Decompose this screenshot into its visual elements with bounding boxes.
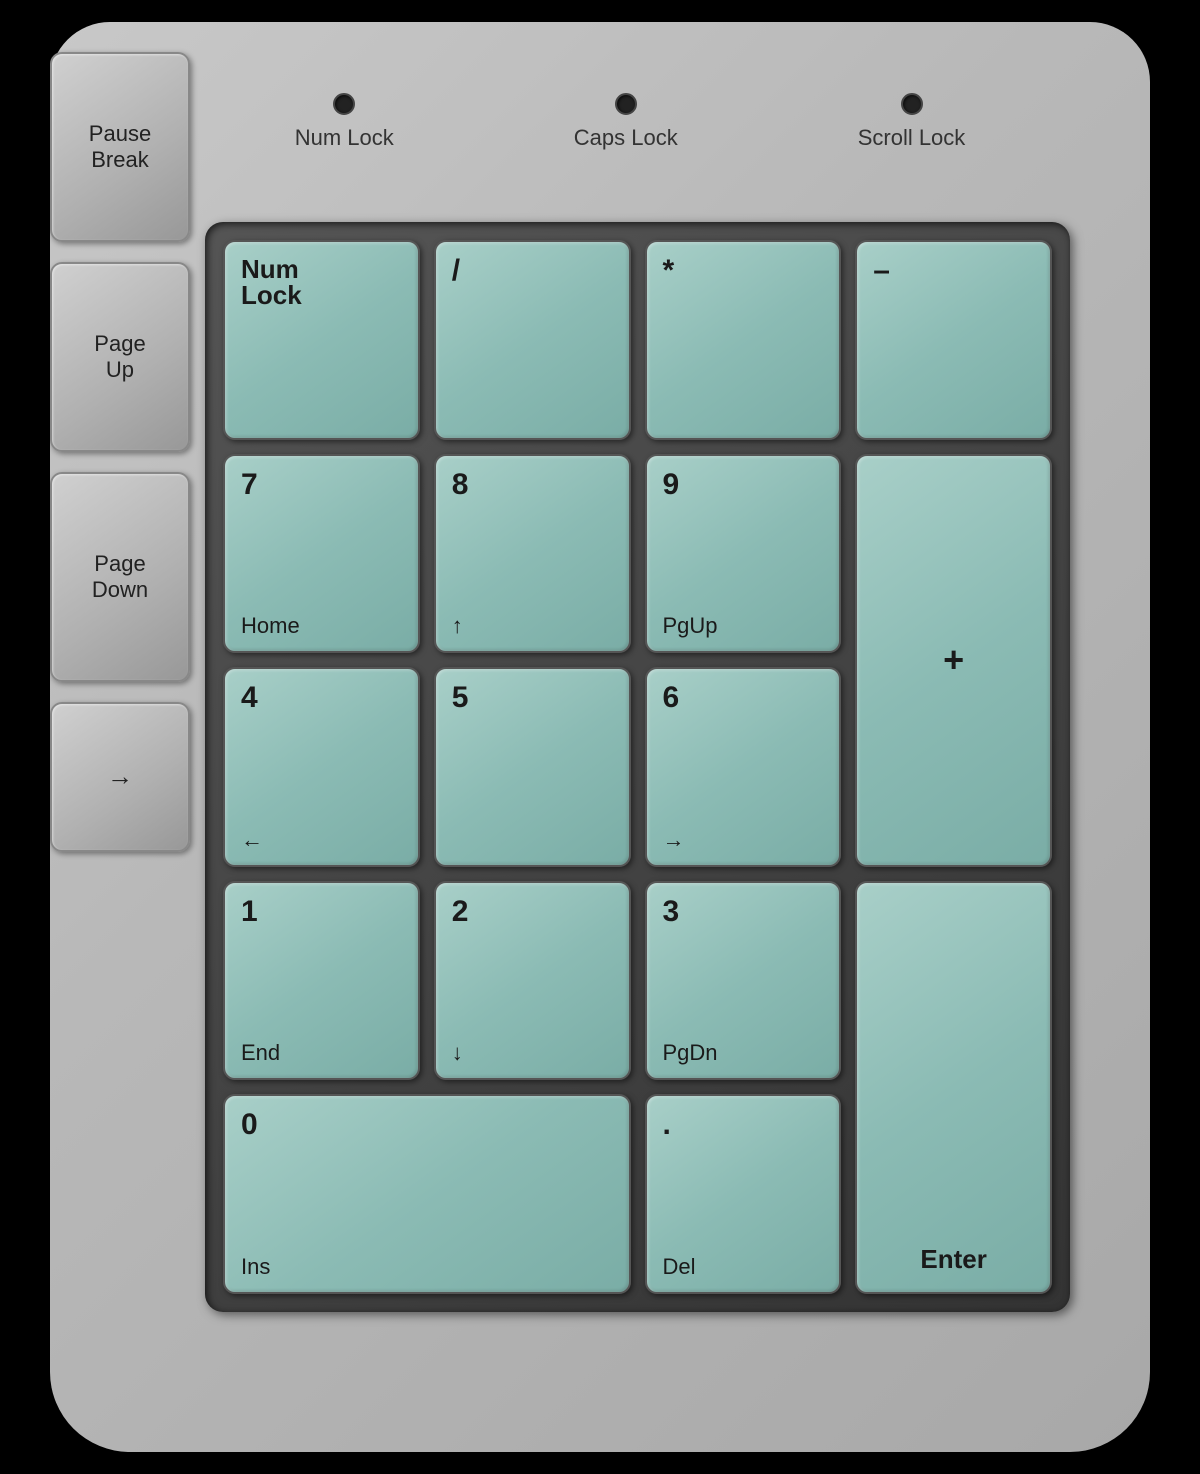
4-key[interactable]: 4 ← [223, 667, 420, 867]
plus-key[interactable]: + [855, 454, 1052, 867]
numpad-container: NumLock / * – 7 Home 8 ↑ 9 PgUp [205, 222, 1070, 1312]
slash-key[interactable]: / [434, 240, 631, 440]
7-key-sub: Home [241, 615, 402, 637]
3-key[interactable]: 3 PgDn [645, 881, 842, 1081]
caps-lock-led [615, 93, 637, 115]
caps-lock-indicator: Caps Lock [574, 93, 678, 151]
3-key-sub: PgDn [663, 1042, 824, 1064]
numpad-grid: NumLock / * – 7 Home 8 ↑ 9 PgUp [223, 240, 1052, 1294]
pause-break-label: PauseBreak [89, 121, 151, 174]
plus-key-main: + [943, 642, 964, 678]
0-key-sub: Ins [241, 1256, 613, 1278]
0-key[interactable]: 0 Ins [223, 1094, 631, 1294]
arrow-right-label: → [107, 761, 133, 792]
dot-key-sub: Del [663, 1256, 824, 1278]
1-key-sub: End [241, 1042, 402, 1064]
minus-key-main: – [873, 256, 1034, 286]
num-lock-key-main: NumLock [241, 256, 402, 308]
enter-key-main: Enter [920, 1246, 986, 1272]
indicators-area: Num Lock Caps Lock Scroll Lock [210, 62, 1050, 182]
1-key[interactable]: 1 End [223, 881, 420, 1081]
page-down-key[interactable]: PageDown [50, 472, 190, 682]
2-key-sub: ↓ [452, 1042, 613, 1064]
9-key-sub: PgUp [663, 615, 824, 637]
dot-key[interactable]: . Del [645, 1094, 842, 1294]
star-key[interactable]: * [645, 240, 842, 440]
6-key-sub: → [663, 829, 824, 851]
9-key[interactable]: 9 PgUp [645, 454, 842, 654]
enter-key[interactable]: Enter [855, 881, 1052, 1294]
6-key-main: 6 [663, 683, 824, 713]
num-lock-indicator: Num Lock [295, 93, 394, 151]
5-key-main: 5 [452, 683, 613, 713]
scroll-lock-label: Scroll Lock [858, 125, 966, 151]
scroll-lock-led [901, 93, 923, 115]
keyboard-body: PauseBreak PageUp PageDown → Num Lock Ca… [50, 22, 1150, 1452]
4-key-sub: ← [241, 829, 402, 851]
8-key-sub: ↑ [452, 615, 613, 637]
page-up-label: PageUp [94, 331, 145, 384]
8-key[interactable]: 8 ↑ [434, 454, 631, 654]
8-key-main: 8 [452, 470, 613, 500]
scroll-lock-indicator: Scroll Lock [858, 93, 966, 151]
arrow-right-key[interactable]: → [50, 702, 190, 852]
star-key-main: * [663, 256, 824, 286]
dot-key-main: . [663, 1110, 824, 1140]
num-lock-led [333, 93, 355, 115]
num-lock-key[interactable]: NumLock [223, 240, 420, 440]
minus-key[interactable]: – [855, 240, 1052, 440]
caps-lock-label: Caps Lock [574, 125, 678, 151]
7-key-main: 7 [241, 470, 402, 500]
2-key-main: 2 [452, 897, 613, 927]
6-key[interactable]: 6 → [645, 667, 842, 867]
9-key-main: 9 [663, 470, 824, 500]
3-key-main: 3 [663, 897, 824, 927]
num-lock-label: Num Lock [295, 125, 394, 151]
7-key[interactable]: 7 Home [223, 454, 420, 654]
page-up-key[interactable]: PageUp [50, 262, 190, 452]
slash-key-main: / [452, 256, 613, 286]
1-key-main: 1 [241, 897, 402, 927]
0-key-main: 0 [241, 1110, 613, 1140]
page-down-label: PageDown [92, 551, 148, 604]
2-key[interactable]: 2 ↓ [434, 881, 631, 1081]
4-key-main: 4 [241, 683, 402, 713]
5-key[interactable]: 5 [434, 667, 631, 867]
pause-break-key[interactable]: PauseBreak [50, 52, 190, 242]
left-side-keys: PauseBreak PageUp PageDown → [50, 52, 190, 852]
